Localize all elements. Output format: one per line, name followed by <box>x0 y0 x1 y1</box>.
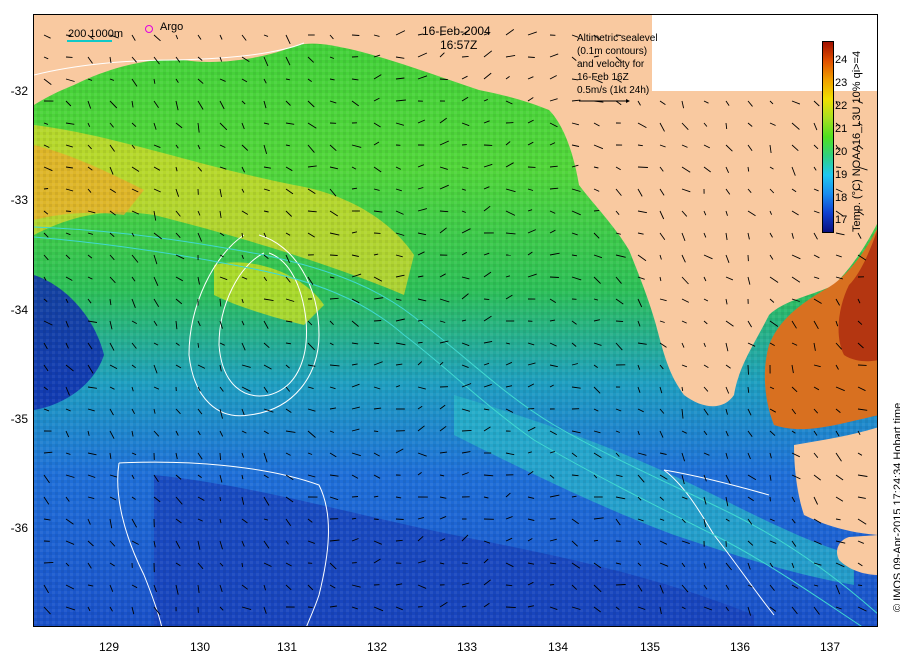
velocity-arrow <box>439 78 448 81</box>
velocity-arrow <box>43 561 54 564</box>
velocity-arrow <box>65 210 71 212</box>
lon-tick-label: 129 <box>98 640 120 654</box>
velocity-arrow <box>747 364 749 375</box>
lon-tick-label: 133 <box>456 640 478 654</box>
velocity-arrow <box>483 298 490 301</box>
velocity-arrow <box>373 320 382 322</box>
velocity-arrow <box>241 562 244 568</box>
velocity-arrow <box>373 518 379 520</box>
velocity-arrow <box>219 452 222 461</box>
imos-credit: © IMOS 09-Apr-2015 17:24:34 Hobart time <box>892 402 900 612</box>
velocity-arrow <box>527 56 535 58</box>
map-time: 16:57Z <box>440 38 478 52</box>
lon-tick-label: 134 <box>547 640 569 654</box>
sst-map <box>34 15 877 626</box>
legend-note-line-3: and velocity for <box>577 59 645 70</box>
argo-label: Argo <box>160 21 184 33</box>
velocity-arrow <box>395 518 404 520</box>
lon-tick-label: 132 <box>366 640 388 654</box>
legend-note-line-4: 16-Feb 16Z <box>577 72 629 83</box>
lon-tick-label: 135 <box>639 640 661 654</box>
colorbar-tick: 17 <box>835 214 848 226</box>
map-date: 16-Feb-2004 <box>422 24 491 38</box>
velocity-arrow <box>43 188 49 190</box>
lon-tick-label: 131 <box>276 640 298 654</box>
lon-tick-label: 137 <box>819 640 841 654</box>
lat-tick-label: -35 <box>10 412 28 426</box>
lat-tick-label: -36 <box>10 521 28 535</box>
velocity-arrow <box>857 584 863 587</box>
legend-note-line-2: (0.1m contours) <box>577 46 648 57</box>
legend-note-line-1: Altimetric sealevel <box>577 33 658 44</box>
lat-tick-label: -32 <box>10 84 28 98</box>
velocity-arrow <box>461 562 468 565</box>
lon-tick-label: 130 <box>189 640 211 654</box>
velocity-arrow <box>835 166 842 169</box>
lat-tick-label: -33 <box>10 193 28 207</box>
velocity-arrow <box>549 276 559 278</box>
velocity-arrow <box>615 584 626 586</box>
velocity-arrow <box>329 254 338 256</box>
map-frame[interactable] <box>33 14 878 627</box>
temperature-colorbar <box>822 41 834 233</box>
colorbar-tick: 22 <box>835 100 848 112</box>
lon-tick-label: 136 <box>729 640 751 654</box>
colorbar-tick: 23 <box>835 77 848 89</box>
velocity-arrow <box>593 209 600 212</box>
velocity-arrow <box>615 320 624 323</box>
velocity-arrow <box>373 430 379 433</box>
colorbar-tick: 20 <box>835 146 848 158</box>
colorbar-title: Temp. (°C) NOAA16_L3U 10% qi>=4 <box>851 50 863 232</box>
velocity-arrow <box>461 429 472 432</box>
velocity-arrow <box>351 34 360 36</box>
legend-note-line-5: 0.5m/s (1kt 24h) <box>577 85 650 96</box>
velocity-arrow <box>351 496 359 498</box>
colorbar-tick: 18 <box>835 192 848 204</box>
velocity-arrow <box>637 166 648 168</box>
colorbar-tick: 21 <box>835 123 848 135</box>
scale-label: 200 1000m <box>68 28 124 40</box>
scale-bar <box>67 40 112 42</box>
velocity-arrow <box>505 606 516 609</box>
lat-tick-label: -34 <box>10 303 28 317</box>
argo-float-icon <box>145 25 153 33</box>
velocity-arrow <box>219 496 221 502</box>
colorbar-tick: 19 <box>835 169 848 181</box>
velocity-arrow <box>461 55 469 58</box>
colorbar-tick: 24 <box>835 54 848 66</box>
velocity-arrow <box>197 342 200 348</box>
